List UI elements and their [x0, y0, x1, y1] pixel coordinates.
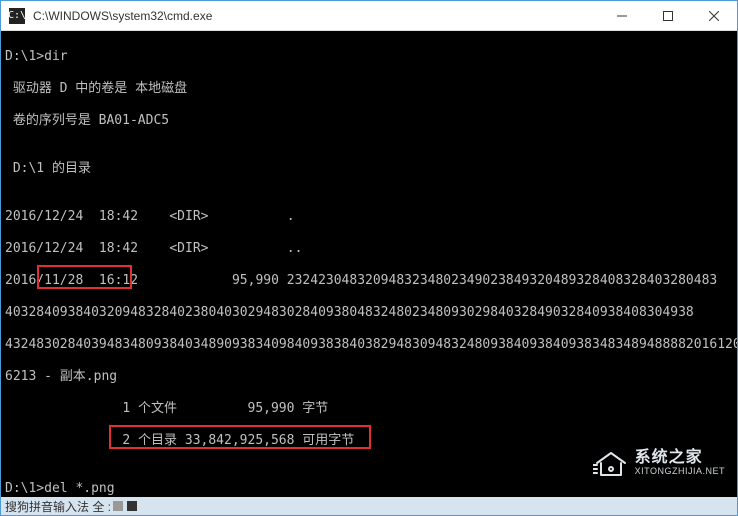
- house-icon: [593, 449, 629, 477]
- ime-mode-icon: [127, 501, 137, 511]
- term-line: 2 个目录 33,842,925,568 可用字节: [5, 433, 733, 449]
- terminal-output[interactable]: D:\1>dir 驱动器 D 中的卷是 本地磁盘 卷的序列号是 BA01-ADC…: [1, 31, 737, 499]
- term-line: 卷的序列号是 BA01-ADC5: [5, 113, 733, 129]
- term-line: 2016/12/24 18:42 <DIR> ..: [5, 241, 733, 257]
- term-line: 2016/11/28 16:12 95,990 2324230483209483…: [5, 273, 733, 289]
- minimize-button[interactable]: [599, 1, 645, 31]
- app-icon: C:\: [9, 8, 25, 24]
- watermark-cn: 系统之家: [635, 449, 725, 467]
- term-line: D:\1 的目录: [5, 161, 733, 177]
- window-titlebar: C:\ C:\WINDOWS\system32\cmd.exe: [1, 1, 737, 31]
- window-controls: [599, 1, 737, 31]
- ime-status-text: 搜狗拼音输入法 全 :: [5, 498, 111, 515]
- maximize-button[interactable]: [645, 1, 691, 31]
- watermark: 系统之家 XITONGZHIJIA.NET: [593, 449, 725, 477]
- term-line: 4032840938403209483284023804030294830284…: [5, 305, 733, 321]
- term-line: 驱动器 D 中的卷是 本地磁盘: [5, 81, 733, 97]
- term-line: 6213 - 副本.png: [5, 369, 733, 385]
- ime-mode-icon: [113, 501, 123, 511]
- term-line: 4324830284039483480938403489093834098409…: [5, 337, 733, 353]
- term-line: D:\1>dir: [5, 49, 733, 65]
- close-button[interactable]: [691, 1, 737, 31]
- ime-status-bar: 搜狗拼音输入法 全 :: [1, 497, 737, 515]
- term-line: 2016/12/24 18:42 <DIR> .: [5, 209, 733, 225]
- window-title: C:\WINDOWS\system32\cmd.exe: [33, 9, 599, 23]
- term-line: 1 个文件 95,990 字节: [5, 401, 733, 417]
- watermark-en: XITONGZHIJIA.NET: [635, 467, 725, 477]
- term-line: D:\1>del *.png: [5, 481, 733, 497]
